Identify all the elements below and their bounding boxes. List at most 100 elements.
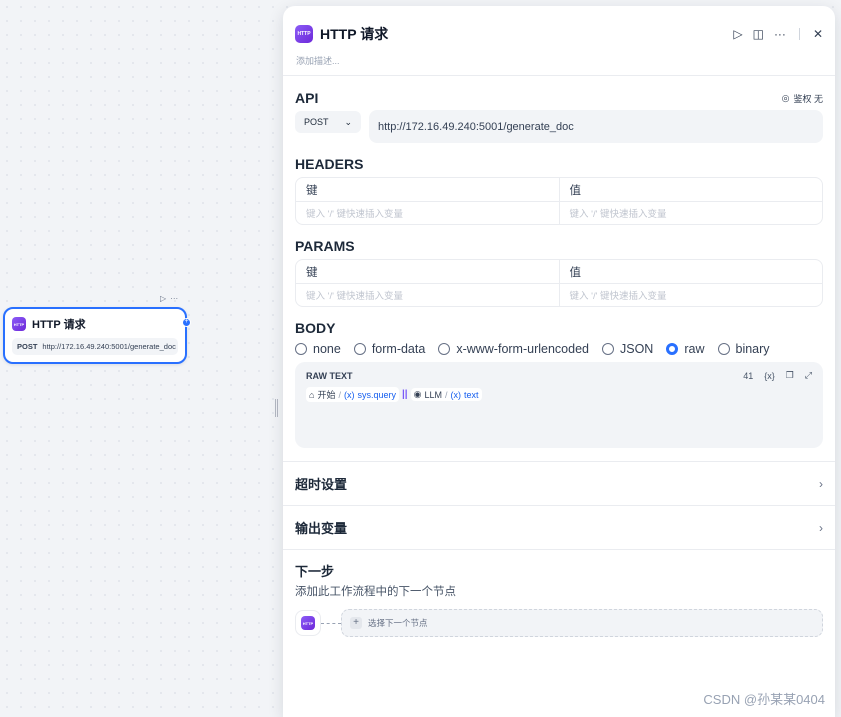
- body-option-form-data[interactable]: form-data: [353, 342, 426, 356]
- chevron-right-icon: ›: [819, 476, 823, 491]
- url-input[interactable]: http://172.16.49.240:5001/generate_doc: [369, 110, 823, 143]
- body-label: BODY: [295, 320, 336, 336]
- body-section: BODY none form-data x-www-form-urlencode…: [283, 307, 835, 448]
- node-toolbar: ▷ ···: [160, 294, 178, 303]
- node-title: HTTP 请求: [32, 319, 86, 331]
- method-value: POST: [304, 117, 329, 127]
- variable-node: LLM: [424, 389, 442, 400]
- key-column-header: 键: [306, 184, 318, 197]
- http-node-icon: HTTP: [301, 616, 315, 630]
- chevron-right-icon: ›: [819, 520, 823, 535]
- option-label: x-www-form-urlencoded: [456, 342, 589, 356]
- node-url: http://172.16.49.240:5001/generate_doc: [42, 342, 176, 351]
- insert-variable-icon[interactable]: {x}: [764, 371, 775, 381]
- next-step-subtitle: 添加此工作流程中的下一个节点: [295, 586, 456, 598]
- http-node-icon: HTTP: [12, 317, 26, 331]
- api-label: API: [295, 90, 319, 106]
- variable-node: 开始: [317, 390, 336, 400]
- slash: /: [338, 389, 341, 400]
- close-icon[interactable]: ✕: [813, 27, 823, 41]
- select-next-node-label: 选择下一个节点: [368, 618, 428, 628]
- copy-icon[interactable]: ❐: [786, 370, 794, 381]
- watermark: CSDN @孙某某0404: [703, 692, 825, 707]
- settings-icon: ◎: [781, 92, 790, 103]
- more-icon[interactable]: ···: [170, 294, 178, 303]
- radio-icon: [438, 343, 451, 355]
- next-step-title: 下一步: [295, 564, 335, 579]
- connector-line: [321, 622, 341, 624]
- node-request-summary: POST http://172.16.49.240:5001/generate_…: [12, 338, 178, 355]
- method-select[interactable]: POST ⌄: [295, 111, 361, 133]
- auth-label: 鉴权 无: [793, 93, 823, 104]
- output-variables-toggle[interactable]: 输出变量 ›: [283, 506, 835, 549]
- timeout-settings-toggle[interactable]: 超时设置 ›: [283, 462, 835, 505]
- variable-name: sys.query: [357, 389, 396, 400]
- auth-button[interactable]: ◎ 鉴权 无: [782, 92, 823, 105]
- params-label: PARAMS: [295, 238, 355, 254]
- headers-label: HEADERS: [295, 156, 364, 172]
- home-icon: ⌂: [309, 389, 315, 400]
- body-type-radio-group: none form-data x-www-form-urlencoded JSO…: [295, 342, 823, 356]
- param-key-input[interactable]: 键入 '/' 键快速插入变量: [296, 284, 559, 306]
- key-column-header: 键: [306, 266, 318, 279]
- node-method: POST: [17, 342, 38, 351]
- radio-icon: [353, 343, 366, 355]
- params-section: PARAMS 键 值 键入 '/' 键快速插入变量 键入 '/' 键快速插入变量: [283, 225, 835, 307]
- body-option-binary[interactable]: binary: [717, 342, 770, 356]
- raw-text-editor[interactable]: RAW TEXT 41 {x} ❐ ⤢ ⌂ 开始 / (x) sys.query…: [295, 362, 823, 448]
- http-request-node[interactable]: HTTP HTTP 请求 POST http://172.16.49.240:5…: [3, 307, 187, 364]
- option-label: form-data: [371, 342, 426, 356]
- value-column-header: 值: [558, 260, 823, 283]
- add-next-node-handle[interactable]: +: [182, 318, 191, 327]
- http-node-icon: HTTP: [295, 24, 313, 43]
- variable-icon: (x): [450, 389, 461, 400]
- variable-chip[interactable]: ⌂ 开始 / (x) sys.query: [306, 387, 399, 402]
- divider: [798, 27, 800, 40]
- panel-title[interactable]: HTTP 请求: [320, 24, 388, 44]
- panel-actions: ▷ ◫ ··· ✕: [733, 27, 823, 41]
- value-column-header: 值: [558, 178, 823, 201]
- next-step-section: 下一步 添加此工作流程中的下一个节点 HTTP + 选择下一个节点: [283, 550, 835, 637]
- variable-name: text: [463, 389, 479, 400]
- headers-table: 键 值 键入 '/' 键快速插入变量 键入 '/' 键快速插入变量: [295, 177, 823, 225]
- select-next-node-button[interactable]: + 选择下一个节点: [341, 609, 823, 637]
- radio-icon: [295, 343, 307, 355]
- char-count: 41: [743, 370, 754, 381]
- variable-icon: (x): [343, 389, 355, 400]
- more-icon[interactable]: ···: [774, 27, 786, 41]
- radio-selected-icon: [666, 343, 679, 355]
- raw-text-content[interactable]: ⌂ 开始 / (x) sys.query || ◉ LLM / (x) text: [306, 387, 812, 402]
- chevron-down-icon: ⌄: [344, 116, 352, 127]
- body-option-raw[interactable]: raw: [666, 342, 705, 356]
- panel-resize-handle[interactable]: [275, 399, 278, 417]
- separator-text: ||: [401, 389, 408, 400]
- header-key-input[interactable]: 键入 '/' 键快速插入变量: [296, 202, 559, 224]
- book-icon[interactable]: ◫: [753, 27, 764, 41]
- body-option-json[interactable]: JSON: [602, 342, 653, 356]
- expand-icon[interactable]: ⤢: [805, 370, 812, 381]
- node-config-panel: HTTP HTTP 请求 ▷ ◫ ··· ✕ 添加描述... API ◎ 鉴权 …: [283, 6, 835, 717]
- params-table: 键 值 键入 '/' 键快速插入变量 键入 '/' 键快速插入变量: [295, 259, 823, 307]
- play-icon[interactable]: ▷: [733, 27, 742, 41]
- plus-icon: +: [350, 617, 362, 629]
- option-label: JSON: [620, 342, 654, 356]
- option-label: none: [313, 342, 341, 356]
- api-section: API ◎ 鉴权 无 POST ⌄ http://172.16.49.240:5…: [283, 76, 835, 143]
- timeout-label: 超时设置: [295, 477, 348, 492]
- output-label: 输出变量: [295, 521, 348, 536]
- body-option-none[interactable]: none: [295, 342, 341, 356]
- raw-text-label: RAW TEXT: [306, 370, 353, 381]
- header-value-input[interactable]: 键入 '/' 键快速插入变量: [558, 202, 823, 224]
- option-label: raw: [684, 342, 705, 356]
- radio-icon: [602, 343, 614, 355]
- play-icon[interactable]: ▷: [160, 294, 166, 303]
- slash: /: [444, 389, 448, 400]
- body-option-x-www-form-urlencoded[interactable]: x-www-form-urlencoded: [438, 342, 589, 356]
- panel-header: HTTP HTTP 请求 ▷ ◫ ··· ✕: [283, 6, 835, 48]
- param-value-input[interactable]: 键入 '/' 键快速插入变量: [558, 284, 823, 306]
- radio-icon: [717, 343, 730, 355]
- headers-section: HEADERS 键 值 键入 '/' 键快速插入变量 键入 '/' 键快速插入变…: [283, 143, 835, 225]
- llm-icon: ◉: [413, 389, 422, 399]
- description-input[interactable]: 添加描述...: [283, 48, 835, 75]
- variable-chip[interactable]: ◉ LLM / (x) text: [410, 388, 482, 401]
